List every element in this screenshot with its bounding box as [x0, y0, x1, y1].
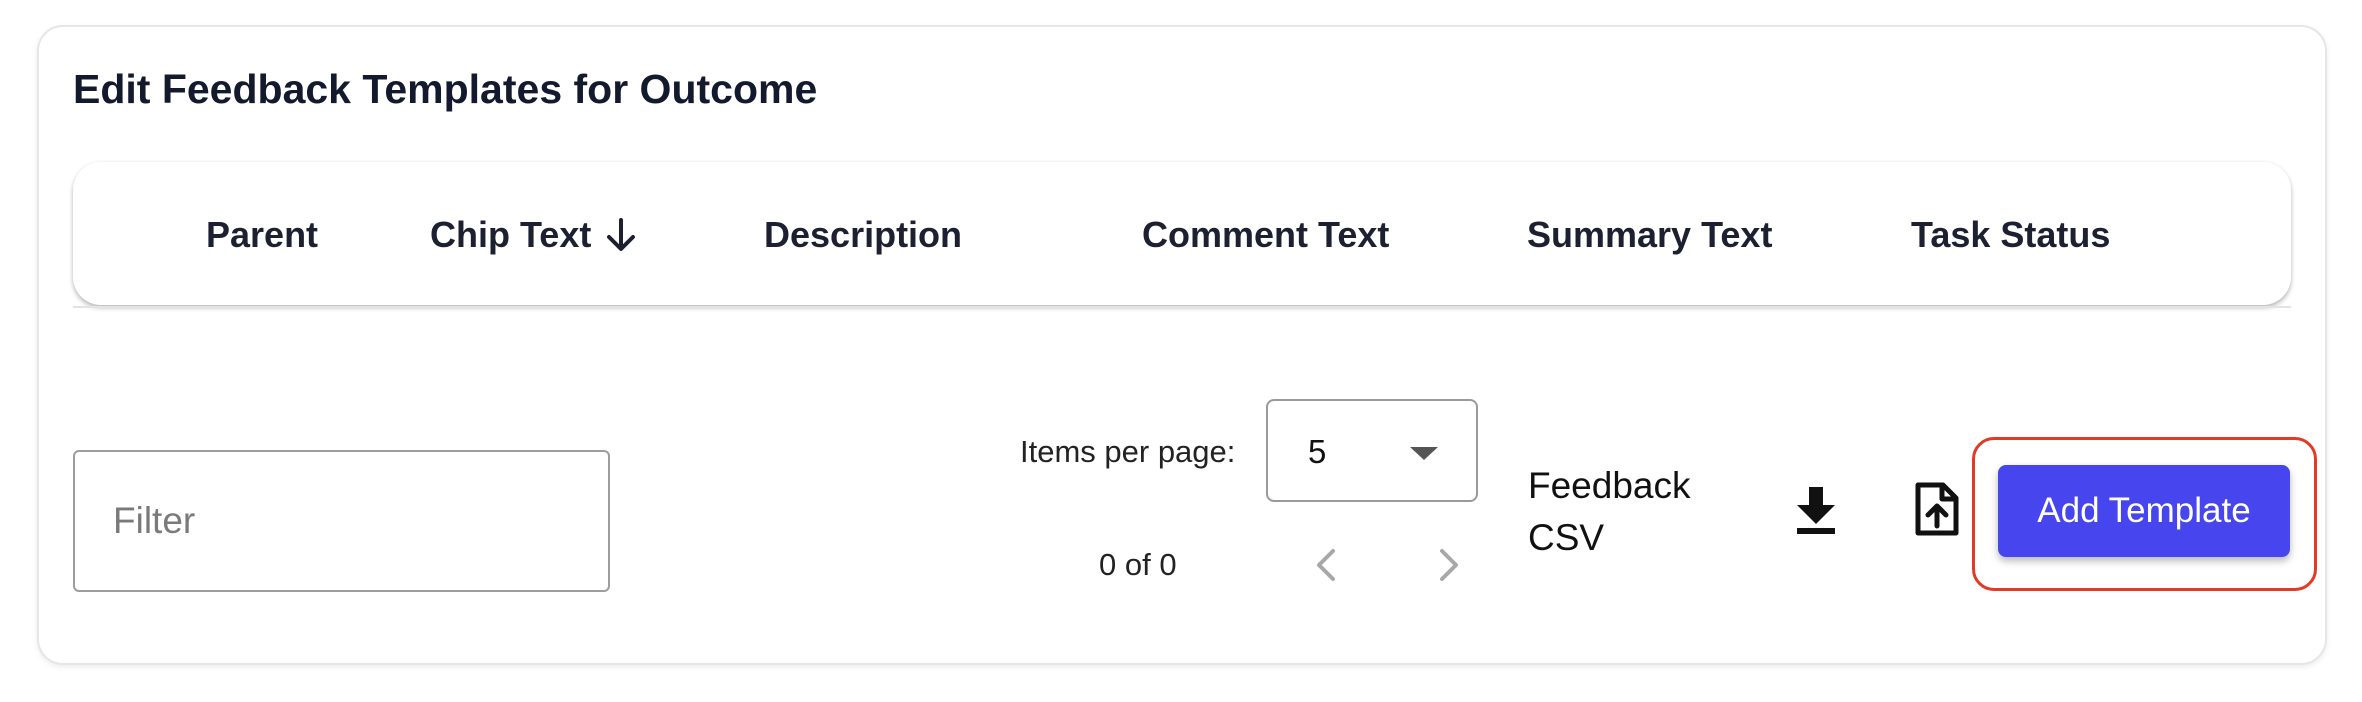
add-template-button[interactable]: Add Template	[1998, 465, 2290, 557]
items-per-page-select[interactable]: 5	[1266, 399, 1478, 502]
download-icon	[1794, 485, 1838, 535]
chevron-right-icon	[1436, 547, 1462, 583]
column-header-summary-text[interactable]: Summary Text	[1527, 211, 1772, 259]
download-csv-button[interactable]	[1786, 480, 1846, 540]
column-header-description[interactable]: Description	[764, 211, 962, 259]
previous-page-button[interactable]	[1301, 540, 1351, 590]
file-upload-icon	[1914, 481, 1960, 537]
column-header-task-status[interactable]: Task Status	[1911, 211, 2110, 259]
filter-input[interactable]	[73, 450, 610, 592]
header-divider	[73, 306, 2291, 308]
caret-down-icon	[1410, 447, 1438, 460]
items-per-page-value: 5	[1308, 433, 1327, 470]
feedback-csv-label: Feedback CSV	[1528, 465, 1691, 558]
page-title: Edit Feedback Templates for Outcome	[73, 66, 818, 112]
column-header-chip-text[interactable]: Chip Text	[430, 211, 637, 259]
arrow-down-icon	[605, 217, 637, 253]
next-page-button[interactable]	[1424, 540, 1474, 590]
upload-csv-button[interactable]	[1906, 476, 1968, 542]
column-header-chip-text-label: Chip Text	[430, 214, 592, 255]
chevron-left-icon	[1313, 547, 1339, 583]
pagination-range: 0 of 0	[1099, 547, 1177, 582]
column-header-parent[interactable]: Parent	[206, 211, 318, 259]
column-header-comment-text[interactable]: Comment Text	[1142, 211, 1389, 259]
items-per-page-label: Items per page:	[1020, 434, 1236, 469]
